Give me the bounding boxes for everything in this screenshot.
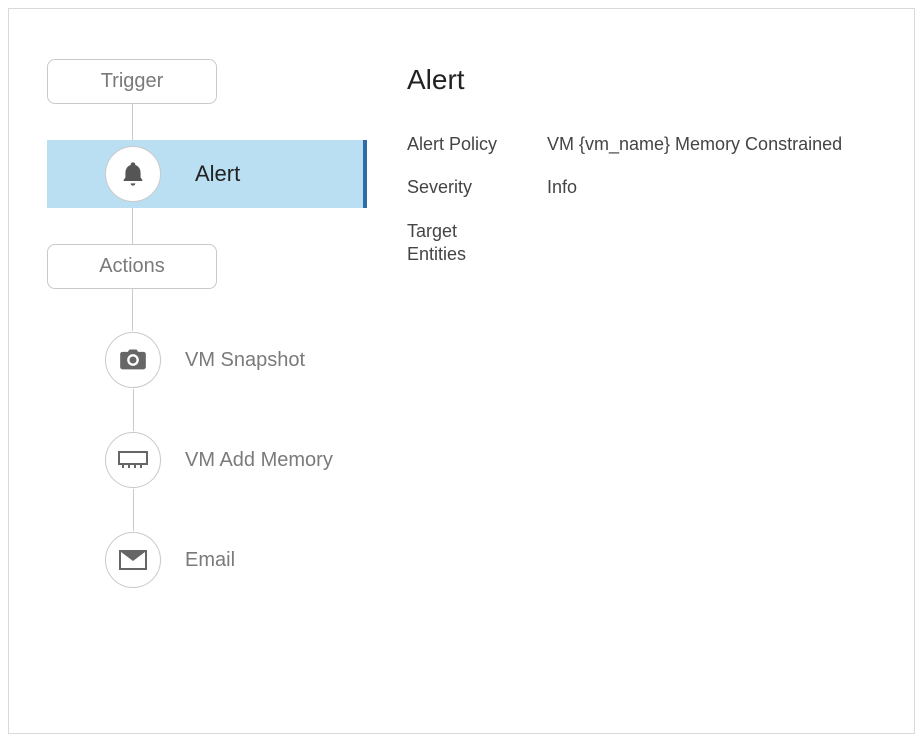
memory-icon [118, 451, 148, 469]
trigger-label: Trigger [101, 70, 164, 93]
alert-node[interactable]: Alert [47, 140, 367, 208]
email-icon [119, 550, 147, 570]
diagram-canvas: Trigger Alert Actions [8, 8, 915, 734]
actions-label: Actions [99, 255, 165, 278]
details-title: Alert [407, 64, 887, 96]
camera-icon [119, 348, 147, 372]
alert-label: Alert [195, 161, 240, 187]
detail-row-target-entities: Target Entities [407, 220, 887, 267]
flow-connector [132, 104, 133, 140]
action-item-vm-snapshot[interactable]: VM Snapshot [105, 331, 367, 389]
details-panel: Alert Alert Policy VM {vm_name} Memory C… [407, 64, 887, 289]
action-circle [105, 532, 161, 588]
flow-connector [133, 489, 134, 531]
detail-row-severity: Severity Info [407, 177, 887, 198]
action-label: VM Snapshot [185, 349, 305, 372]
action-item-vm-add-memory[interactable]: VM Add Memory [105, 431, 367, 489]
trigger-node[interactable]: Trigger [47, 59, 217, 104]
detail-key: Target Entities [407, 220, 547, 267]
action-label: VM Add Memory [185, 449, 333, 472]
detail-key: Severity [407, 177, 547, 198]
flow-connector [132, 289, 133, 331]
action-label: Email [185, 549, 235, 572]
flow-column: Trigger Alert Actions [47, 59, 367, 589]
actions-node[interactable]: Actions [47, 244, 217, 289]
alert-circle [105, 146, 161, 202]
action-item-email[interactable]: Email [105, 531, 367, 589]
detail-key: Alert Policy [407, 134, 547, 155]
flow-connector [133, 389, 134, 431]
bell-icon [119, 160, 147, 188]
flow-connector [132, 208, 133, 244]
detail-value: Info [547, 177, 577, 198]
detail-row-alert-policy: Alert Policy VM {vm_name} Memory Constra… [407, 134, 887, 155]
action-circle [105, 432, 161, 488]
action-circle [105, 332, 161, 388]
detail-value: VM {vm_name} Memory Constrained [547, 134, 842, 155]
